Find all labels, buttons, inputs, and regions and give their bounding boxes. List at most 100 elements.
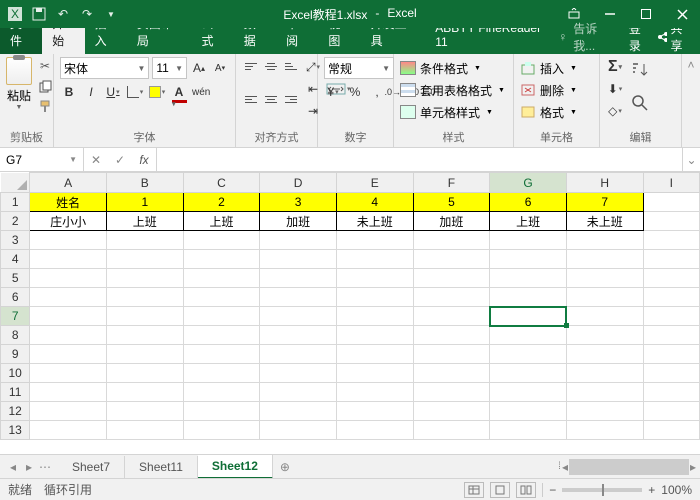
cell[interactable] — [413, 345, 490, 364]
cell[interactable] — [643, 193, 699, 212]
cell-styles-button[interactable]: 单元格样式▼ — [400, 101, 507, 123]
cell[interactable] — [106, 421, 183, 440]
cell[interactable]: 加班 — [260, 212, 337, 231]
cell[interactable]: 上班 — [106, 212, 183, 231]
cell[interactable] — [106, 250, 183, 269]
redo-icon[interactable]: ↷ — [78, 5, 96, 23]
cell[interactable] — [566, 383, 643, 402]
cell[interactable]: 7 — [566, 193, 643, 212]
cell[interactable] — [643, 421, 699, 440]
cell[interactable] — [413, 269, 490, 288]
phonetic-button[interactable]: wén — [192, 82, 210, 102]
cell[interactable] — [106, 345, 183, 364]
font-size-combo[interactable]: 11▼ — [152, 57, 187, 79]
cell[interactable] — [413, 402, 490, 421]
cell[interactable] — [336, 288, 413, 307]
cell[interactable] — [643, 250, 699, 269]
row-header[interactable]: 12 — [1, 402, 30, 421]
cell[interactable] — [260, 250, 337, 269]
sheet-tab[interactable]: Sheet11 — [125, 456, 198, 478]
row-header[interactable]: 5 — [1, 269, 30, 288]
cell[interactable] — [183, 383, 260, 402]
save-icon[interactable] — [30, 5, 48, 23]
col-header[interactable]: G — [490, 173, 567, 193]
cell[interactable] — [413, 231, 490, 250]
cell[interactable] — [183, 307, 260, 326]
prev-sheet-icon[interactable]: ◂ — [6, 460, 20, 474]
cell[interactable] — [566, 345, 643, 364]
number-format-combo[interactable]: 常规▼ — [324, 57, 394, 79]
cell[interactable] — [413, 307, 490, 326]
cell[interactable] — [183, 231, 260, 250]
cell[interactable]: 5 — [413, 193, 490, 212]
font-color-button[interactable]: A — [170, 82, 188, 102]
cell[interactable] — [106, 383, 183, 402]
cell[interactable] — [336, 364, 413, 383]
cell[interactable] — [490, 326, 567, 345]
cell[interactable] — [106, 326, 183, 345]
cell[interactable] — [30, 364, 107, 383]
col-header[interactable]: E — [336, 173, 413, 193]
find-select-icon[interactable] — [631, 89, 649, 117]
cell[interactable] — [643, 212, 699, 231]
sheet-tab[interactable]: Sheet7 — [58, 456, 125, 478]
cell[interactable] — [260, 269, 337, 288]
col-header[interactable]: I — [643, 173, 699, 193]
cell[interactable] — [413, 326, 490, 345]
collapse-ribbon-icon[interactable]: ˄ — [682, 54, 700, 147]
cell[interactable] — [183, 269, 260, 288]
expand-formula-bar-icon[interactable]: ⌄ — [682, 148, 700, 171]
cell[interactable]: 加班 — [413, 212, 490, 231]
worksheet-grid[interactable]: A B C D E F G H I 1 姓名 1 2 3 4 5 6 7 2 庄… — [0, 172, 700, 454]
cell[interactable] — [183, 364, 260, 383]
row-header[interactable]: 13 — [1, 421, 30, 440]
cell[interactable] — [643, 307, 699, 326]
zoom-in-icon[interactable]: + — [648, 483, 655, 497]
cell[interactable] — [183, 421, 260, 440]
row-header[interactable]: 2 — [1, 212, 30, 231]
cell[interactable]: 姓名 — [30, 193, 107, 212]
cell[interactable] — [643, 326, 699, 345]
align-right-icon[interactable] — [282, 90, 300, 108]
cell[interactable] — [566, 402, 643, 421]
cell[interactable] — [30, 307, 107, 326]
cell[interactable] — [490, 383, 567, 402]
zoom-slider[interactable] — [562, 488, 642, 492]
format-cells-button[interactable]: 格式▼ — [520, 101, 593, 123]
new-sheet-icon[interactable]: ⊕ — [273, 460, 297, 474]
cell[interactable] — [260, 345, 337, 364]
zoom-level[interactable]: 100% — [661, 483, 692, 497]
paste-button[interactable]: 粘贴 ▼ — [6, 57, 32, 115]
cell[interactable] — [566, 307, 643, 326]
sort-filter-icon[interactable] — [630, 57, 650, 85]
fill-down-icon[interactable]: ⬇ — [606, 79, 624, 99]
cell[interactable]: 4 — [336, 193, 413, 212]
cell[interactable] — [643, 288, 699, 307]
cell[interactable] — [413, 421, 490, 440]
cell[interactable] — [336, 421, 413, 440]
cell[interactable] — [566, 250, 643, 269]
row-header[interactable]: 11 — [1, 383, 30, 402]
font-name-combo[interactable]: 宋体▼ — [60, 57, 149, 79]
cell[interactable] — [490, 288, 567, 307]
normal-view-icon[interactable] — [464, 482, 484, 498]
cell[interactable] — [260, 383, 337, 402]
accounting-format-icon[interactable]: ¥ — [324, 82, 342, 102]
cell[interactable] — [260, 326, 337, 345]
cancel-formula-icon[interactable]: ✕ — [84, 153, 108, 167]
select-all-button[interactable] — [1, 173, 30, 193]
fx-icon[interactable]: fx — [132, 153, 156, 167]
cell[interactable] — [106, 288, 183, 307]
row-header[interactable]: 3 — [1, 231, 30, 250]
cell[interactable]: 上班 — [183, 212, 260, 231]
cell[interactable] — [30, 345, 107, 364]
cell[interactable] — [643, 345, 699, 364]
row-header[interactable]: 7 — [1, 307, 30, 326]
zoom-out-icon[interactable]: − — [549, 483, 556, 497]
cell[interactable]: 未上班 — [566, 212, 643, 231]
format-painter-icon[interactable] — [36, 97, 54, 115]
align-middle-icon[interactable] — [262, 57, 280, 75]
row-header[interactable]: 9 — [1, 345, 30, 364]
cell[interactable]: 1 — [106, 193, 183, 212]
cell[interactable]: 6 — [490, 193, 567, 212]
